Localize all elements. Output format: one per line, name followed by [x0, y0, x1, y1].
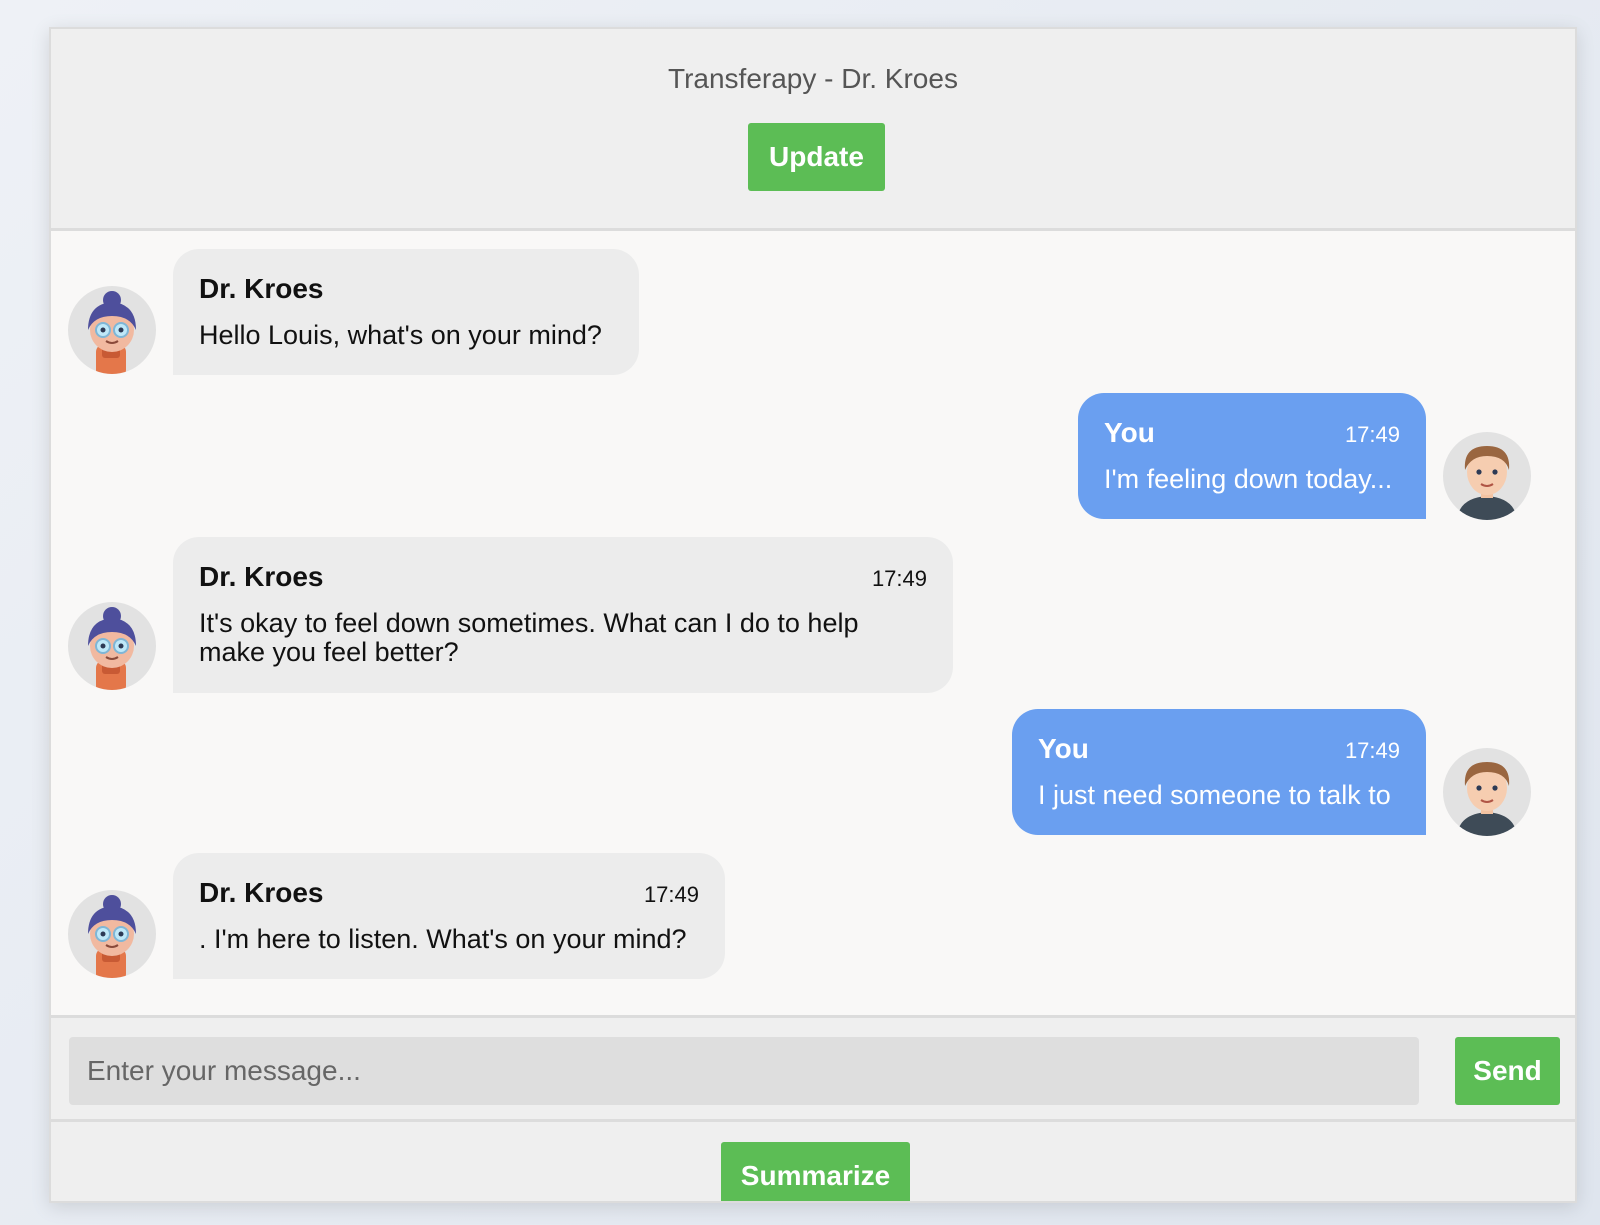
- message-time: 17:49: [1344, 738, 1400, 763]
- send-button[interactable]: Send: [1455, 1037, 1560, 1105]
- message-sender: Dr. Kroes: [199, 877, 324, 908]
- message-bubble-user: You 17:49 I'm feeling down today...: [1078, 393, 1426, 519]
- user-avatar: [1443, 432, 1531, 520]
- message-input[interactable]: [69, 1037, 1419, 1105]
- message-text: Hello Louis, what's on your mind?: [199, 320, 602, 350]
- therapist-avatar-icon: [88, 607, 136, 690]
- message-sender: You: [1038, 733, 1089, 764]
- page-title: Transferapy - Dr. Kroes: [668, 63, 958, 94]
- message-text: I just need someone to talk to: [1038, 780, 1391, 810]
- message-sender: Dr. Kroes: [199, 561, 324, 592]
- message-text: I'm feeling down today...: [1104, 464, 1393, 494]
- message-sender: You: [1104, 417, 1155, 448]
- therapist-avatar-icon: [88, 291, 136, 374]
- therapist-avatar: [68, 286, 156, 374]
- message-text: . I'm here to listen. What's on your min…: [199, 924, 687, 954]
- therapist-avatar-icon: [88, 895, 136, 978]
- chat-header: Transferapy - Dr. Kroes Update: [51, 29, 1575, 231]
- therapist-avatar: [68, 890, 156, 978]
- message-bubble-user: You 17:49 I just need someone to talk to: [1012, 709, 1426, 835]
- user-avatar-icon: [1457, 762, 1517, 836]
- message-bubble-bot: Dr. Kroes Hello Louis, what's on your mi…: [173, 249, 639, 375]
- chat-window: Transferapy - Dr. Kroes Update Dr. Kroes: [49, 27, 1577, 1203]
- message-text: It's okay to feel down sometimes. What c…: [199, 608, 859, 667]
- message-time: 17:49: [1344, 422, 1400, 447]
- message-bubble-bot: Dr. Kroes 17:49 . I'm here to listen. Wh…: [173, 853, 725, 979]
- summarize-button[interactable]: Summarize: [721, 1142, 910, 1201]
- chat-footer: Summarize: [51, 1122, 1575, 1201]
- user-avatar-icon: [1457, 446, 1517, 520]
- therapist-avatar: [68, 602, 156, 690]
- message-time: 17:49: [871, 566, 927, 591]
- update-button[interactable]: Update: [748, 123, 885, 191]
- message-composer: Send: [51, 1015, 1575, 1122]
- user-avatar: [1443, 748, 1531, 836]
- message-bubble-bot: Dr. Kroes 17:49 It's okay to feel down s…: [173, 537, 953, 693]
- message-list[interactable]: Dr. Kroes Hello Louis, what's on your mi…: [51, 231, 1575, 1015]
- message-time: 17:49: [643, 882, 699, 907]
- message-sender: Dr. Kroes: [199, 273, 324, 304]
